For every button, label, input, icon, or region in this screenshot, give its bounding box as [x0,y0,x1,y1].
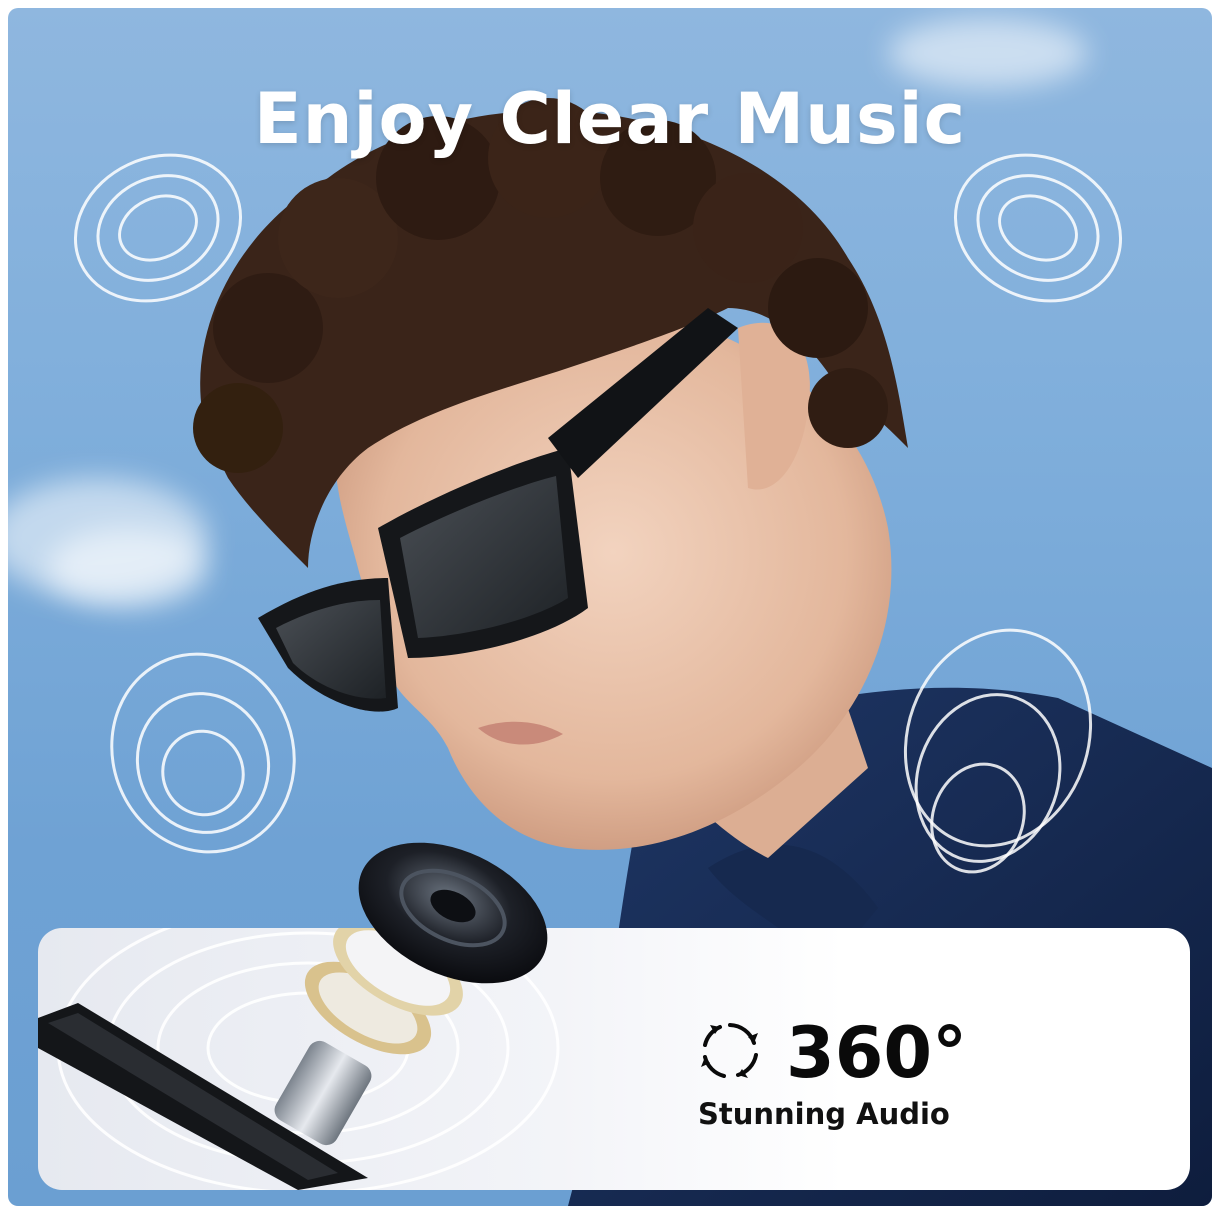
product-banner: Enjoy Clear Music 360° Stunning Audio [8,8,1212,1206]
headline: Enjoy Clear Music [253,78,967,160]
sound-wave-icon [903,628,1093,874]
feature-value: 360° [786,1012,968,1094]
feature-badge: 360° Stunning Audio [698,1013,1018,1143]
sound-wave-icon [110,652,296,854]
feature-caption: Stunning Audio [698,1097,950,1131]
speaker-driver-icon [358,842,548,984]
rotate-360-icon [701,1023,758,1078]
